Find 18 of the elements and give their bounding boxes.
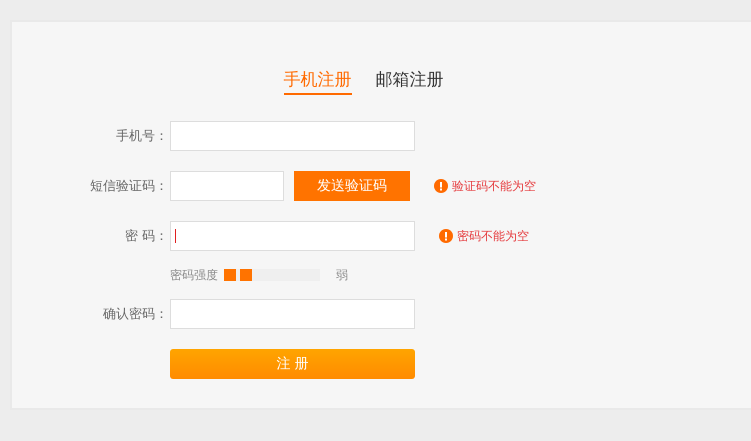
register-button[interactable]: 注 册 [170,349,415,379]
error-message: 验证码不能为空 [452,178,536,194]
field-label: 短信验证码： [90,179,168,194]
strength-label: 密码强度 [170,266,218,284]
send-code-button[interactable]: 发送验证码 [294,171,410,201]
input-field[interactable] [170,121,415,151]
error-message: 密码不能为空 [457,228,529,244]
tab[interactable]: 邮箱注册 [376,68,444,95]
field-label: 密 码： [124,229,168,244]
field-label: 确认密码： [103,307,168,322]
field-label: 手机号： [116,129,168,144]
warning-icon [434,179,448,193]
warning-icon [439,229,453,243]
input-field[interactable] [170,221,415,251]
tab[interactable]: 手机注册 [284,68,352,95]
input-field[interactable] [170,299,415,329]
strength-reading: 弱 [336,266,348,284]
input-field[interactable] [170,171,284,201]
